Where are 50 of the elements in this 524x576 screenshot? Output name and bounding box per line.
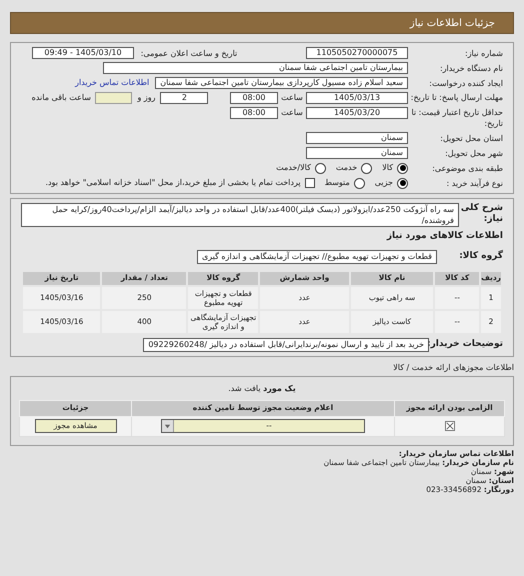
radio-label: متوسط <box>324 177 350 189</box>
radio-button[interactable] <box>361 162 372 174</box>
text-field[interactable]: سمنان <box>306 147 408 159</box>
text-field[interactable]: 2 <box>160 92 208 104</box>
field-label: نام دستگاه خریدار: <box>439 62 503 74</box>
radio-label: کالا <box>382 162 393 174</box>
field-label: روز و <box>136 92 156 103</box>
field-label: تاریخ و ساعت اعلان عمومی: <box>140 48 238 58</box>
field-label: شماره نیاز: <box>464 48 503 58</box>
notes-field[interactable]: خرید بعد از تایید و ارسال نمونه/برندایرانی/قابل استفاده در دیالیز /09229260248 <box>143 338 429 352</box>
checkbox[interactable] <box>304 178 315 188</box>
dropdown-icon <box>162 420 174 432</box>
field-label: ساعت <box>280 92 304 103</box>
field-label: مهلت ارسال پاسخ: تا تاریخ: <box>410 92 503 103</box>
remaining-time-field <box>95 92 132 104</box>
text-field[interactable]: 08:00 <box>230 92 278 104</box>
field-label: استان محل تحویل: <box>439 132 503 144</box>
section-title: اطلاعات مجوزهای ارائه خدمت / کالا <box>392 362 514 374</box>
field-label: ساعت <box>280 107 304 118</box>
section-title: اطلاعات کالاهای مورد نیاز <box>386 230 503 243</box>
radio-label: خدمت <box>336 162 358 174</box>
text-field[interactable]: سمنان <box>306 132 408 144</box>
description-field: سه راه آنژوکت 250عدد/ایزولاتور (دیسک فیلتر)400عدد/قابل استفاده در واحد دیالیز/آیمد الزام/پرداخت40روز/کرایه حمل فروشنده/ <box>21 203 459 227</box>
field-label: شهر محل تحویل: <box>444 148 503 158</box>
goods-group-field[interactable]: قطعات و تجهیزات تهویه مطبوع// تجهیزات آزمایشگاهی و اندازه گیری <box>196 250 437 264</box>
contact-link[interactable]: اطلاعات تماس خریدار <box>75 77 150 89</box>
radio-button[interactable] <box>397 178 408 188</box>
field-label: حداقل تاریخ اعتبار قیمت: تا تاریخ: <box>410 107 503 129</box>
text-field[interactable]: بیمارستان تامین اجتماعی شفا سمنان <box>103 62 408 74</box>
radio-button[interactable] <box>397 162 408 174</box>
field-label: توضیحات خریدار: <box>429 339 503 350</box>
text-field[interactable]: 1405/03/20 <box>306 107 408 119</box>
field-label: شرح کلی نیاز: <box>460 203 503 225</box>
radio-label: کالا/خدمت <box>276 162 311 174</box>
field-label: ساعت باقی مانده <box>30 92 91 103</box>
radio-label: جزیی <box>374 177 393 189</box>
checkbox-label: پرداخت تمام یا بخشی از مبلغ خرید،از محل "اسناد خزانه اسلامی" خواهد بود. <box>45 177 301 189</box>
radio-button[interactable] <box>354 178 365 188</box>
text-field[interactable]: سعید اسلام زاده مسیول کارپردازی بیمارستان تامین اجتماعی شفا سمنان <box>155 77 408 89</box>
text-field[interactable]: 08:00 <box>230 107 278 119</box>
field-label: ایجاد کننده درخواست: <box>428 78 503 88</box>
field-label: گروه کالا: <box>458 251 503 262</box>
radio-button[interactable] <box>314 162 326 174</box>
field-label: نوع فرآیند خرید : <box>445 178 503 188</box>
page-header: جزئیات اطلاعات نیاز <box>10 12 514 34</box>
text-field[interactable]: 1405/03/10 - 09:49 <box>32 47 134 59</box>
text-field[interactable]: 1405/03/13 <box>306 92 408 104</box>
text-field[interactable]: 1105050270000075 <box>306 47 408 59</box>
field-label: طبقه بندی موضوعی: <box>431 162 503 174</box>
results-count: یک مورد یافت شد. <box>227 382 297 394</box>
